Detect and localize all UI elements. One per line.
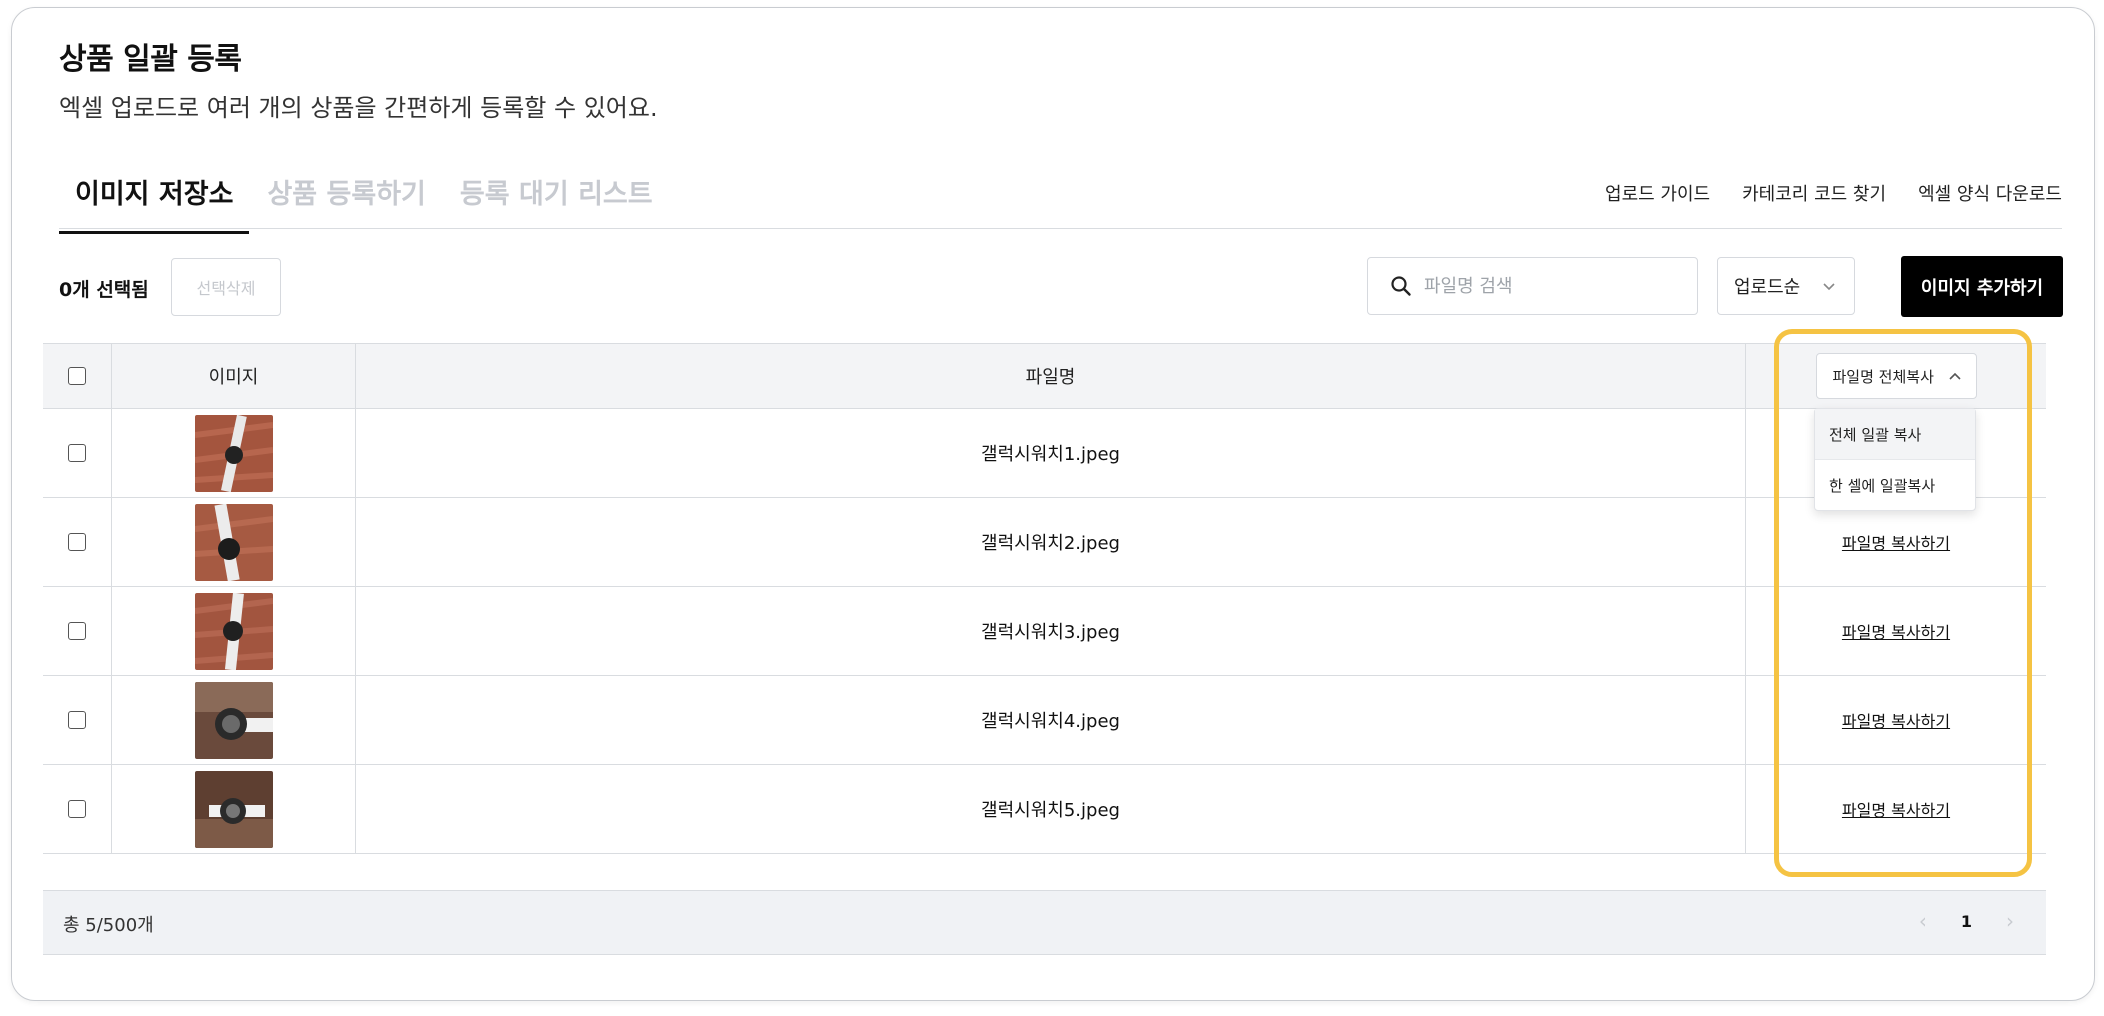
copy-single-cell-option[interactable]: 한 셀에 일괄복사: [1815, 460, 1975, 510]
watch-thumbnail-image: [194, 592, 273, 670]
page-number[interactable]: 1: [1961, 912, 1972, 931]
copy-filename-link[interactable]: 파일명 복사하기: [1842, 619, 1950, 643]
row-checkbox[interactable]: [68, 622, 86, 640]
table-row: 갤럭시워치2.jpeg 파일명 복사하기: [43, 498, 2046, 587]
table-row: 갤럭시워치1.jpeg: [43, 409, 2046, 498]
watch-thumbnail-image: [194, 770, 273, 848]
help-links: 업로드 가이드 카테코리 코드 찾기 엑셀 양식 다운로드: [1605, 180, 2062, 206]
row-checkbox[interactable]: [68, 444, 86, 462]
copy-filename-link[interactable]: 파일명 복사하기: [1842, 708, 1950, 732]
table-row: 갤럭시워치4.jpeg 파일명 복사하기: [43, 676, 2046, 765]
search-box: [1367, 257, 1698, 315]
copy-filename-link[interactable]: 파일명 복사하기: [1842, 530, 1950, 554]
filename-cell: 갤럭시워치1.jpeg: [356, 409, 1746, 497]
copy-all-bulk-option[interactable]: 전체 일괄 복사: [1815, 409, 1975, 460]
copy-options-dropdown: 전체 일괄 복사 한 셀에 일괄복사: [1814, 408, 1976, 511]
chevron-left-icon[interactable]: ‹: [1919, 909, 1927, 933]
row-checkbox[interactable]: [68, 711, 86, 729]
filename-cell: 갤럭시워치2.jpeg: [356, 498, 1746, 586]
tab-pending-list[interactable]: 등록 대기 리스트: [444, 172, 669, 234]
filename-cell: 갤럭시워치4.jpeg: [356, 676, 1746, 764]
sort-select[interactable]: 업로드순: [1717, 257, 1855, 315]
tab-image-storage[interactable]: 이미지 저장소: [59, 172, 250, 234]
category-code-link[interactable]: 카테코리 코드 찾기: [1742, 180, 1886, 206]
page-subtitle: 엑셀 업로드로 여러 개의 상품을 간편하게 등록할 수 있어요.: [59, 94, 658, 122]
select-all-checkbox[interactable]: [68, 367, 86, 385]
copy-filename-link[interactable]: 파일명 복사하기: [1842, 797, 1950, 821]
total-count: 총 5/500개: [63, 915, 154, 936]
chevron-down-icon: [1822, 276, 1836, 297]
watch-thumbnail-image: [194, 681, 273, 759]
add-image-button[interactable]: 이미지 추가하기: [1901, 256, 2063, 317]
table-row: 갤럭시워치5.jpeg 파일명 복사하기: [43, 765, 2046, 854]
chevron-right-icon[interactable]: ›: [2006, 909, 2014, 933]
row-checkbox[interactable]: [68, 533, 86, 551]
column-header-image: 이미지: [112, 344, 356, 408]
table-row: 갤럭시워치3.jpeg 파일명 복사하기: [43, 587, 2046, 676]
copy-all-filenames-button[interactable]: 파일명 전체복사: [1815, 353, 1977, 399]
selected-count: 0개 선택됨: [59, 279, 149, 301]
filename-cell: 갤럭시워치5.jpeg: [356, 765, 1746, 853]
pagination: ‹ 1 ›: [1919, 909, 2014, 933]
tabs-divider: [59, 228, 2062, 229]
sort-select-value: 업로드순: [1734, 277, 1801, 298]
upload-guide-link[interactable]: 업로드 가이드: [1605, 180, 1710, 206]
table-header: 이미지 파일명 파일명 전체복사: [43, 343, 2046, 409]
search-input[interactable]: [1422, 274, 1686, 298]
copy-all-label: 파일명 전체복사: [1832, 367, 1934, 386]
chevron-up-icon: [1948, 367, 1962, 385]
image-table: 이미지 파일명 파일명 전체복사 갤럭시워치1.jpeg 갤럭시워치2.jpeg…: [43, 343, 2046, 854]
tab-bar: 이미지 저장소 상품 등록하기 등록 대기 리스트: [59, 172, 671, 234]
watch-thumbnail-image: [194, 503, 273, 581]
tab-product-register[interactable]: 상품 등록하기: [251, 172, 441, 234]
excel-template-download-link[interactable]: 엑셀 양식 다운로드: [1918, 180, 2062, 206]
table-footer: 총 5/500개 ‹ 1 ›: [43, 890, 2046, 955]
row-checkbox[interactable]: [68, 800, 86, 818]
delete-selected-button[interactable]: 선택삭제: [171, 258, 281, 316]
search-icon: [1390, 275, 1412, 297]
page-title: 상품 일괄 등록: [59, 42, 242, 77]
column-header-filename: 파일명: [356, 344, 1746, 408]
watch-thumbnail-image: [194, 414, 273, 492]
filename-cell: 갤럭시워치3.jpeg: [356, 587, 1746, 675]
